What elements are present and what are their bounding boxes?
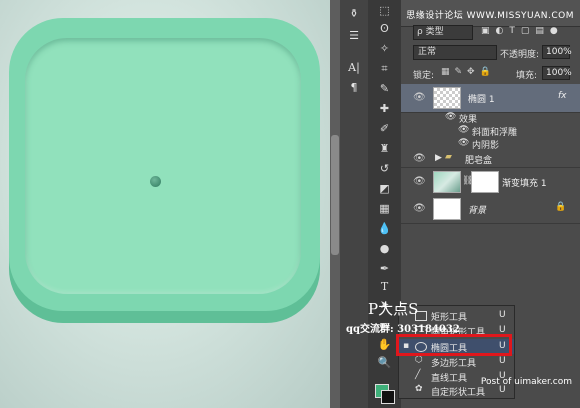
layer-name: 肥皂盒 (465, 156, 493, 166)
visibility-eye-icon[interactable]: 👁 (413, 153, 426, 164)
effects-label: 效果 (459, 115, 478, 125)
polygon-icon: ⬡ (415, 355, 423, 365)
drain-hole-ellipse (150, 176, 161, 187)
fx-icon[interactable]: fx (558, 91, 567, 101)
adjustments-icon[interactable]: ☰ (345, 28, 363, 44)
expand-arrow-icon[interactable]: ▶ (435, 153, 442, 163)
lock-options-icons[interactable]: ▦✎✥🔒 (441, 67, 496, 77)
layer-mask-thumbnail (471, 171, 499, 193)
marquee-tool-icon[interactable]: ⬚ (376, 2, 393, 19)
pen-tool-icon[interactable]: ✒ (376, 260, 393, 277)
brush-tool-icon[interactable]: ✐ (376, 120, 393, 137)
blend-mode-select[interactable]: 正常 (413, 45, 497, 60)
watermark-qq: qq交流群: 303184032 (346, 324, 460, 335)
gradient-thumbnail (433, 171, 461, 193)
effect-eye-icon[interactable]: 👁 (458, 125, 469, 135)
eyedropper-tool-icon[interactable]: ✎ (376, 80, 393, 97)
clone-stamp-tool-icon[interactable]: ♜ (376, 140, 393, 157)
paragraph-icon[interactable]: ¶ (345, 80, 363, 96)
history-brush-tool-icon[interactable]: ↺ (376, 160, 393, 177)
lock-icon: 🔒 (555, 202, 567, 212)
blur-tool-icon[interactable]: 💧 (376, 220, 393, 237)
ellipse-tool-highlight-box (396, 334, 512, 356)
folder-icon: ▰ (445, 152, 452, 162)
layer-row-gradient-fill[interactable]: 👁 ⛓ 渐变填充 1 (401, 168, 580, 197)
layer-row-group[interactable]: 👁 ▶ ▰ 肥皂盒 (401, 150, 580, 168)
type-tool-icon[interactable]: T (376, 278, 393, 295)
layer-filter-select[interactable]: ρ 类型 (413, 25, 473, 40)
soap-box-tray (25, 38, 301, 294)
eraser-tool-icon[interactable]: ◩ (376, 180, 393, 197)
visibility-eye-icon[interactable]: 👁 (413, 176, 426, 187)
layer-row-ellipse[interactable]: 👁 椭圆 1 fx (401, 84, 580, 113)
layer-filter-icons[interactable]: ▣◐T▢▤● (481, 26, 564, 36)
crop-tool-icon[interactable]: ⌗ (376, 60, 393, 77)
flyout-label: 自定形状工具 (431, 388, 486, 398)
layer-row-background[interactable]: 👁 背景 🔒 (401, 195, 580, 224)
hand-tool-icon[interactable]: ✋ (376, 336, 393, 353)
visibility-eye-icon[interactable]: 👁 (413, 92, 426, 103)
zoom-tool-icon[interactable]: 🔍 (376, 354, 393, 371)
panel-dock-bar: ⚱ ☰ A| ¶ (340, 0, 369, 408)
layer-thumbnail (433, 198, 461, 220)
brush-preset-icon[interactable]: ⚱ (345, 6, 363, 22)
custom-shape-icon: ✿ (415, 384, 423, 394)
dodge-tool-icon[interactable]: ● (376, 240, 393, 257)
background-color-swatch[interactable] (381, 390, 395, 404)
gradient-tool-icon[interactable]: ▦ (376, 200, 393, 217)
character-icon[interactable]: A| (345, 60, 363, 76)
canvas-scrollbar-thumb[interactable] (331, 135, 339, 255)
line-icon: ╱ (415, 370, 421, 380)
flyout-label: 多边形工具 (431, 359, 477, 369)
watermark-top: 思缘设计论坛 WWW.MISSYUAN.COM (406, 11, 574, 21)
visibility-eye-icon[interactable]: 👁 (413, 203, 426, 214)
flyout-shortcut: U (499, 310, 506, 320)
effect-eye-icon[interactable]: 👁 (458, 138, 469, 148)
layer-name: 渐变填充 1 (502, 179, 547, 189)
opacity-input[interactable]: 100% (542, 45, 572, 59)
healing-brush-tool-icon[interactable]: ✚ (376, 100, 393, 117)
layer-name: 背景 (468, 206, 487, 216)
opacity-label: 不透明度: (500, 50, 540, 60)
effects-eye-icon[interactable]: 👁 (445, 112, 456, 122)
lock-label: 锁定: (413, 71, 435, 81)
layer-thumbnail (433, 87, 461, 109)
fill-label: 填充: (516, 71, 538, 81)
document-canvas[interactable] (0, 0, 330, 408)
lasso-tool-icon[interactable]: ʘ (376, 20, 393, 37)
flyout-shortcut: U (499, 356, 506, 366)
watermark-title: P大点S (368, 300, 419, 318)
layer-name: 椭圆 1 (468, 95, 495, 105)
effect-bevel-emboss[interactable]: 斜面和浮雕 (472, 125, 517, 138)
flyout-item-polygon[interactable]: ⬡ 多边形工具 U (399, 354, 514, 370)
magic-wand-tool-icon[interactable]: ✧ (376, 40, 393, 57)
fill-input[interactable]: 100% (542, 66, 572, 80)
watermark-bottom: Post of uimaker.com (480, 377, 572, 387)
